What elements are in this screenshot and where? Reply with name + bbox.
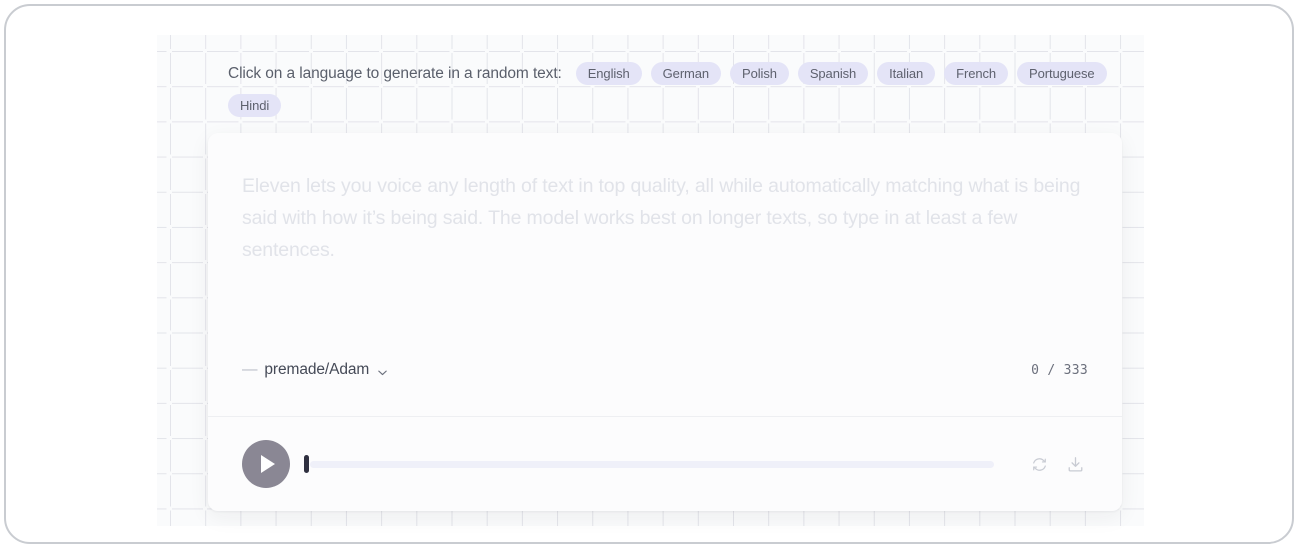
character-counter: 0 / 333	[1031, 362, 1088, 378]
editor-meta-row: — premade/Adam 0 / 333	[242, 361, 1088, 379]
text-input-placeholder: Eleven lets you voice any length of text…	[242, 175, 1081, 261]
regenerate-button[interactable]	[1026, 451, 1052, 477]
audio-player	[208, 417, 1122, 511]
play-button[interactable]	[242, 440, 290, 488]
language-chip-hindi[interactable]: Hindi	[228, 94, 282, 117]
language-chip-italian[interactable]: Italian	[877, 62, 936, 85]
language-chip-spanish[interactable]: Spanish	[797, 62, 869, 85]
voice-selector[interactable]: — premade/Adam	[242, 361, 388, 379]
language-chip-portuguese[interactable]: Portuguese	[1017, 62, 1107, 85]
play-icon	[261, 455, 275, 473]
voice-selector-label: premade/Adam	[264, 361, 370, 378]
app-window-frame: Click on a language to generate in a ran…	[4, 4, 1294, 544]
tts-card: Eleven lets you voice any length of text…	[208, 133, 1122, 511]
language-chip-polish[interactable]: Polish	[730, 62, 789, 85]
download-button[interactable]	[1062, 451, 1088, 477]
voice-prefix-dash: —	[242, 361, 258, 378]
patterned-backdrop: Click on a language to generate in a ran…	[157, 35, 1144, 526]
language-selector-row: Click on a language to generate in a ran…	[228, 62, 1118, 117]
language-chip-german[interactable]: German	[650, 62, 722, 85]
progress-slider[interactable]	[304, 455, 994, 473]
language-chip-english[interactable]: English	[575, 62, 642, 85]
progress-track	[310, 460, 994, 468]
language-prompt-label: Click on a language to generate in a ran…	[228, 64, 562, 82]
language-chip-french[interactable]: French	[944, 62, 1009, 85]
progress-playhead-handle[interactable]	[304, 455, 309, 473]
download-icon	[1066, 455, 1085, 474]
chevron-down-icon	[377, 365, 388, 376]
refresh-icon	[1031, 456, 1048, 473]
